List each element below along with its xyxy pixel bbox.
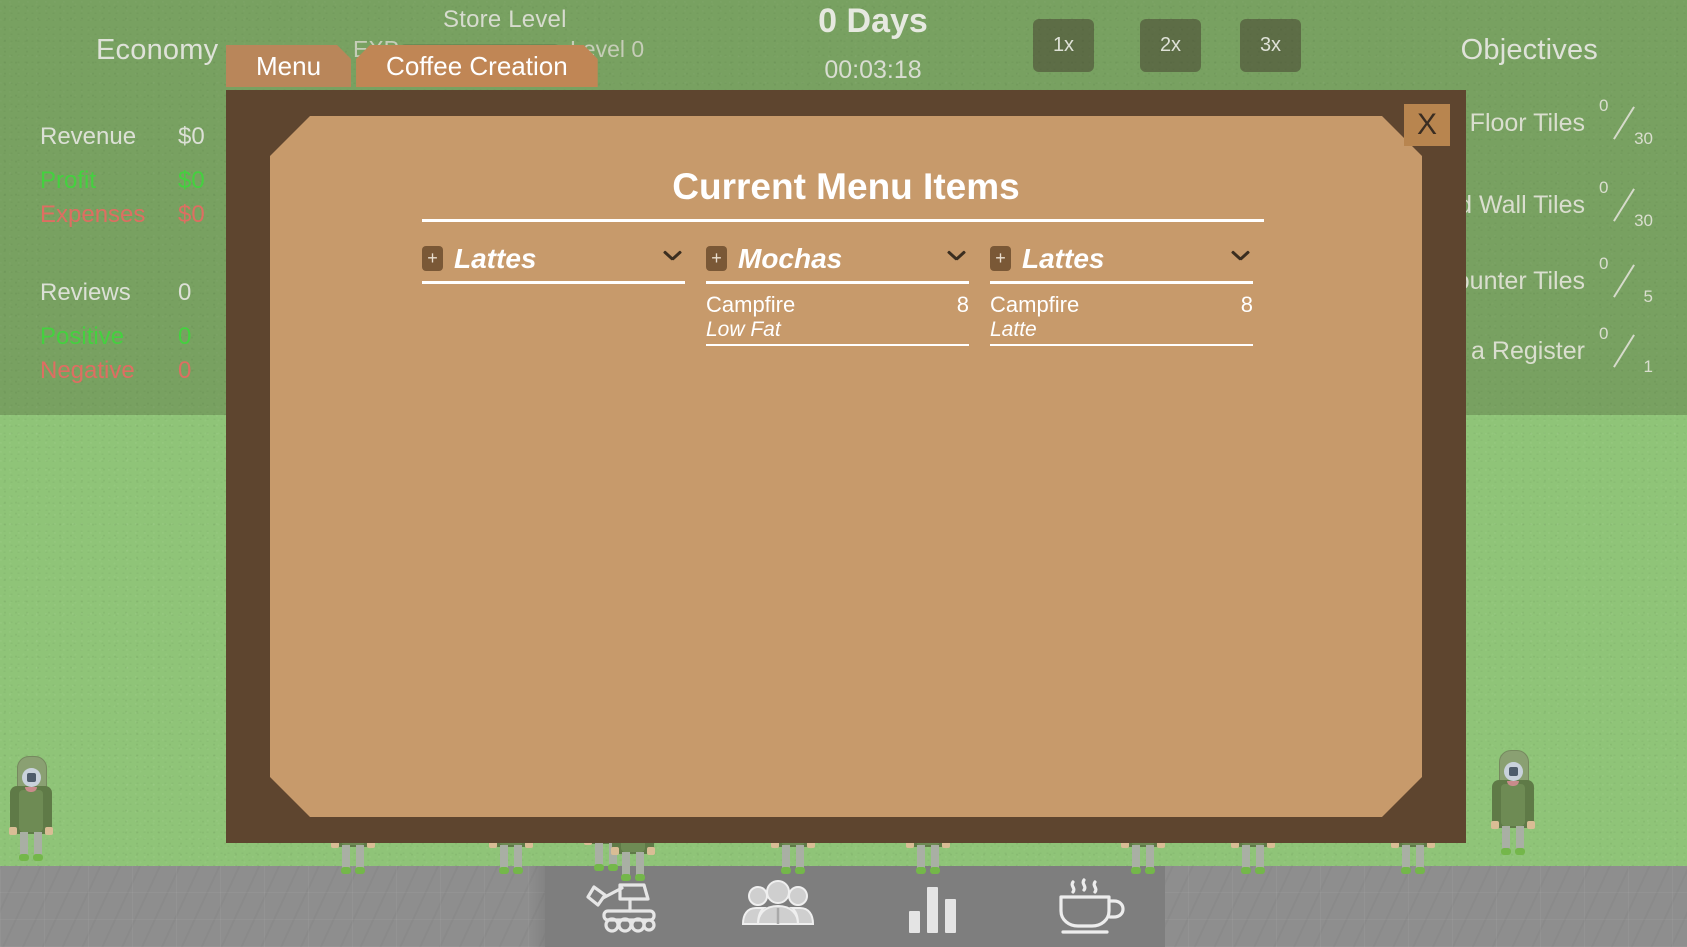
- economy-row-value: 0: [178, 357, 192, 384]
- menu-item-value: 8: [956, 292, 969, 317]
- add-item-button[interactable]: +: [706, 246, 727, 271]
- menu-category-column: + Lattes Campfire 8 Latte: [990, 236, 1253, 346]
- store-level-title: Store Level: [443, 6, 567, 33]
- objective-target: 5: [1643, 287, 1653, 306]
- add-item-button[interactable]: +: [422, 246, 443, 271]
- tab-menu[interactable]: Menu: [226, 45, 351, 87]
- people-icon[interactable]: [739, 877, 817, 937]
- economy-row-value: $0: [178, 201, 205, 228]
- fraction-slash-icon: [1609, 264, 1639, 294]
- economy-row-label: Negative: [40, 357, 135, 384]
- menu-item-modifier: Latte: [990, 318, 1037, 341]
- economy-row-value: $0: [178, 123, 205, 150]
- add-item-button[interactable]: +: [990, 246, 1011, 271]
- category-dropdown[interactable]: + Lattes: [990, 236, 1253, 284]
- menu-category-column: + Lattes: [422, 236, 685, 346]
- economy-row-label: Profit: [40, 167, 97, 194]
- tab-label: Menu: [256, 50, 322, 81]
- coffee-cup-icon[interactable]: [1049, 877, 1127, 937]
- menu-columns: + Lattes + Mochas Campfire 8 Low Fat + Lattes Cam…: [422, 236, 1264, 346]
- economy-panel-title: Economy: [96, 34, 219, 66]
- category-label: Lattes: [1022, 242, 1105, 274]
- menu-item-row[interactable]: Campfire 8 Low Fat: [706, 284, 969, 346]
- modal-tab-bar: Menu Coffee Creation: [226, 45, 598, 87]
- game-screen: Economy Revenue $0 Profit $0 Expenses $0 Revie…: [0, 0, 1687, 947]
- objective-target: 1: [1643, 357, 1653, 376]
- menu-item-row[interactable]: Campfire 8 Latte: [990, 284, 1253, 346]
- session-clock: 00:03:18: [824, 56, 922, 84]
- speed-button-3x[interactable]: 3x: [1240, 19, 1301, 72]
- category-label: Mochas: [738, 242, 843, 274]
- economy-row-label: Expenses: [40, 201, 146, 228]
- title-divider: [422, 219, 1264, 222]
- objective-current: 0: [1599, 96, 1609, 115]
- menu-item-modifier: Low Fat: [706, 318, 781, 341]
- chevron-down-icon[interactable]: [948, 247, 965, 264]
- speed-button-label: 3x: [1259, 34, 1282, 56]
- speed-button-2x[interactable]: 2x: [1140, 19, 1201, 72]
- economy-row-label: Positive: [40, 323, 125, 350]
- menu-category-column: + Mochas Campfire 8 Low Fat: [706, 236, 969, 346]
- speed-button-label: 1x: [1052, 34, 1075, 56]
- objective-current: 0: [1599, 178, 1609, 197]
- objective-current: 0: [1599, 324, 1609, 343]
- npc-character: [1490, 750, 1536, 855]
- category-label: Lattes: [454, 242, 537, 274]
- tab-label: Coffee Creation: [386, 50, 568, 81]
- economy-row-label: Revenue: [40, 123, 137, 150]
- npc-character: [8, 756, 54, 861]
- menu-item-line: Campfire 8: [990, 292, 1253, 318]
- category-dropdown[interactable]: + Mochas: [706, 236, 969, 284]
- objective-target: 30: [1634, 211, 1653, 230]
- menu-item-value: 8: [1240, 292, 1253, 317]
- objective-progress: 01: [1599, 324, 1653, 376]
- menu-item-name: Campfire: [706, 292, 796, 317]
- objective-progress: 05: [1599, 254, 1653, 306]
- page-title: Current Menu Items: [672, 166, 1020, 207]
- excavator-icon[interactable]: [584, 877, 662, 937]
- objectives-panel-title: Objectives: [1460, 34, 1598, 66]
- economy-row-value: 0: [178, 279, 192, 306]
- objective-progress: 0 30: [1599, 178, 1653, 230]
- category-dropdown[interactable]: + Lattes: [422, 236, 685, 284]
- economy-row-value: 0: [178, 323, 192, 350]
- chevron-down-icon[interactable]: [1232, 247, 1249, 264]
- fraction-slash-icon: [1609, 334, 1639, 364]
- objective-progress: 0 30: [1599, 96, 1653, 148]
- speed-button-1x[interactable]: 1x: [1033, 19, 1094, 72]
- chevron-down-icon[interactable]: [664, 247, 681, 264]
- economy-row-value: $0: [178, 167, 205, 194]
- speed-button-label: 2x: [1159, 34, 1182, 56]
- menu-modal: X Current Menu Items + Lattes + Mochas Campf…: [226, 90, 1466, 843]
- bottom-toolbar: [545, 866, 1165, 947]
- days-counter: 0 Days: [818, 2, 928, 40]
- tab-coffee-creation[interactable]: Coffee Creation: [356, 45, 598, 87]
- objective-current: 0: [1599, 254, 1609, 273]
- objective-target: 30: [1634, 129, 1653, 148]
- economy-row-label: Reviews: [40, 279, 131, 306]
- modal-body: Current Menu Items + Lattes + Mochas Campfir…: [270, 116, 1422, 817]
- bar-chart-icon[interactable]: [894, 877, 972, 937]
- menu-item-name: Campfire: [990, 292, 1080, 317]
- close-icon[interactable]: X: [1404, 104, 1450, 146]
- menu-item-line: Campfire 8: [706, 292, 969, 318]
